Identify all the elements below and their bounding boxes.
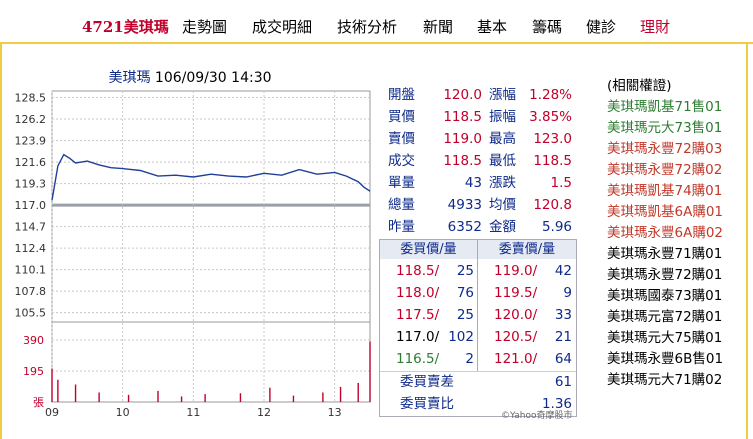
ask-header: 委賣價/量 [478, 240, 576, 259]
price-tick-label: 114.7 [15, 221, 47, 234]
volume-tick-label: 390 [23, 334, 44, 347]
price-tick-label: 128.5 [15, 92, 47, 105]
total-label: 總量 [388, 197, 415, 213]
order-row: 118.0/ 76 119.5/ 9 [380, 282, 576, 304]
order-row: 116.5/ 2 121.0/ 64 [380, 348, 576, 370]
open-value: 120.0 [443, 87, 482, 103]
time-tick-label: 09 [45, 406, 59, 419]
amount-value: 5.96 [541, 219, 572, 235]
bid-price: 117.0/ [396, 329, 440, 345]
avg-value: 120.8 [533, 197, 572, 213]
volume-value: 43 [464, 175, 482, 191]
volume-tick-label: 195 [23, 365, 44, 378]
bid-price: 116.5/ [396, 351, 440, 367]
warrant-link[interactable]: 美琪瑪永豐6A購02 [607, 223, 723, 244]
warrant-link[interactable]: 美琪瑪國泰73購01 [607, 286, 722, 307]
warrant-link[interactable]: 美琪瑪永豐71購01 [607, 244, 722, 265]
warrant-link[interactable]: 美琪瑪永豐72購03 [607, 139, 722, 160]
warrant-link[interactable]: 美琪瑪凱基6A購01 [607, 202, 723, 223]
price-tick-label: 126.2 [15, 113, 47, 126]
ask-label: 賣價 [388, 131, 415, 147]
bid-qty: 102 [448, 329, 474, 345]
warrant-link[interactable]: 美琪瑪永豐6B售01 [607, 349, 723, 370]
nav-chips[interactable]: 籌碼 [532, 17, 562, 37]
bid-label: 買價 [388, 109, 415, 125]
time-tick-label: 11 [186, 406, 200, 419]
warrant-link[interactable]: 美琪瑪元大71購02 [607, 370, 722, 391]
nav-health-check[interactable]: 健診 [586, 17, 616, 37]
price-tick-label: 107.8 [15, 285, 47, 298]
warrant-link[interactable]: 美琪瑪元富72購01 [607, 307, 722, 328]
ask-value: 119.0 [443, 131, 482, 147]
order-row: 117.5/ 25 120.0/ 33 [380, 304, 576, 326]
price-tick-label: 119.3 [15, 178, 47, 191]
time-tick-label: 10 [116, 406, 130, 419]
order-diff-row: 委買賣差 61 [380, 371, 576, 393]
bid-price: 118.0/ [396, 285, 440, 301]
ask-price: 120.0/ [494, 307, 538, 323]
price-tick-label: 121.6 [15, 156, 47, 169]
ask-price: 119.0/ [494, 263, 538, 279]
warrant-link[interactable]: 美琪瑪凱基71售01 [607, 97, 722, 118]
low-value: 118.5 [533, 153, 572, 169]
bid-value: 118.5 [443, 109, 482, 125]
bid-qty: 25 [456, 263, 474, 279]
price-tick-label: 110.1 [15, 264, 47, 277]
volume-label: 單量 [388, 175, 415, 191]
order-diff-value: 61 [554, 374, 572, 390]
ask-qty: 64 [554, 351, 572, 367]
order-ratio-label: 委買賣比 [400, 396, 454, 412]
chart-plot-area [51, 90, 371, 403]
open-label: 開盤 [388, 87, 415, 103]
warrant-link[interactable]: 美琪瑪永豐72購02 [607, 160, 722, 181]
ask-qty: 9 [563, 285, 572, 301]
volume-tick-label: 張 [33, 396, 44, 409]
copyright-text: ©Yahoo奇摩股市 [501, 411, 573, 421]
change-value: 1.5 [550, 175, 572, 191]
ask-qty: 21 [554, 329, 572, 345]
warrant-link[interactable]: 美琪瑪元大73售01 [607, 118, 722, 139]
bid-qty: 25 [456, 307, 474, 323]
price-tick-label: 123.9 [15, 135, 47, 148]
ask-qty: 42 [554, 263, 572, 279]
change-pct-value: 1.28% [529, 87, 572, 103]
ask-qty: 33 [554, 307, 572, 323]
price-tick-label: 105.5 [15, 307, 47, 320]
warrant-link[interactable]: 美琪瑪凱基74購01 [607, 181, 722, 202]
high-value: 123.0 [533, 131, 572, 147]
order-book: 委買價/量 委賣價/量 118.5/ 25 119.0/ 42 118.0/ 7… [379, 239, 577, 417]
prev-volume-value: 6352 [447, 219, 482, 235]
prev-volume-label: 昨量 [388, 219, 415, 235]
bid-price: 117.5/ [396, 307, 440, 323]
warrant-link[interactable]: 美琪瑪元大75購01 [607, 328, 722, 349]
amplitude-value: 3.85% [529, 109, 572, 125]
bid-header: 委買價/量 [380, 240, 478, 259]
total-value: 4933 [447, 197, 482, 213]
price-tick-label: 112.4 [15, 242, 47, 255]
warrant-link[interactable]: 美琪瑪永豐72購01 [607, 265, 722, 286]
ask-price: 121.0/ [494, 351, 538, 367]
order-row: 118.5/ 25 119.0/ 42 [380, 260, 576, 282]
ask-price: 120.5/ [494, 329, 538, 345]
warrants-title: (相關權證) [607, 78, 672, 94]
last-label: 成交 [388, 153, 415, 169]
price-tick-label: 117.0 [15, 199, 47, 212]
last-value: 118.5 [443, 153, 482, 169]
bid-qty: 2 [465, 351, 474, 367]
order-diff-label: 委買賣差 [400, 374, 454, 390]
nav-news[interactable]: 新聞 [423, 17, 453, 37]
bid-price: 118.5/ [396, 263, 440, 279]
intraday-chart: 128.5 126.2 123.9 121.6 119.3 117.0 114.7 112.4… [15, 90, 371, 419]
nav-finance[interactable]: 理財 [640, 17, 670, 37]
nav-fundamentals[interactable]: 基本 [477, 17, 507, 37]
time-tick-label: 12 [257, 406, 271, 419]
ask-price: 119.5/ [494, 285, 538, 301]
order-row: 117.0/ 102 120.5/ 21 [380, 326, 576, 348]
time-tick-label: 13 [328, 406, 342, 419]
bid-qty: 76 [456, 285, 474, 301]
